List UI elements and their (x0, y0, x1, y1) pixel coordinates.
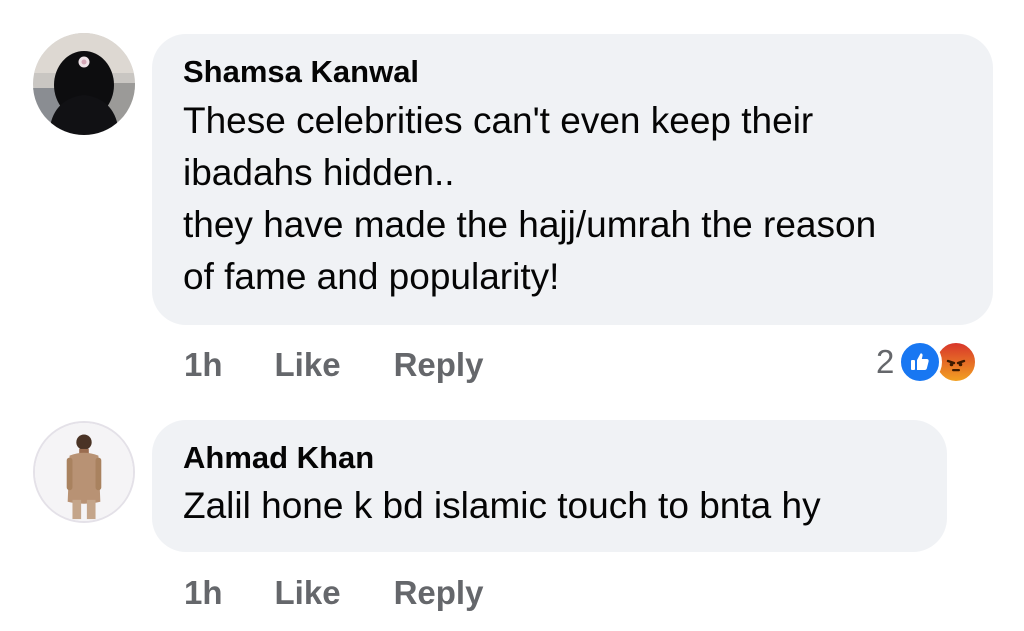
avatar-image (35, 423, 133, 521)
comment-actions: 1h Like Reply (184, 573, 536, 613)
comment-text-line: they have made the hajj/umrah the reason (183, 204, 877, 245)
comment-text-line: Zalil hone k bd islamic touch to bnta hy (183, 485, 821, 526)
comment-author[interactable]: Shamsa Kanwal (183, 54, 963, 90)
reply-button[interactable]: Reply (394, 574, 484, 612)
like-button[interactable]: Like (275, 574, 341, 612)
like-button[interactable]: Like (275, 346, 341, 384)
comment-bubble: Ahmad Khan Zalil hone k bd islamic touch… (152, 420, 947, 552)
comment-actions: 1h Like Reply (184, 345, 536, 385)
reaction-summary[interactable]: 2 (876, 340, 979, 384)
comment-text-line: These celebrities can't even keep their (183, 100, 814, 141)
comments-section: Shamsa Kanwal These celebrities can't ev… (0, 0, 1024, 631)
comment-text-line: of fame and popularity! (183, 256, 560, 297)
reaction-count: 2 (876, 343, 895, 380)
avatar[interactable] (33, 33, 135, 135)
comment-author[interactable]: Ahmad Khan (183, 440, 917, 476)
comment-text: Zalil hone k bd islamic touch to bnta hy (183, 480, 917, 532)
avatar-image (33, 33, 135, 135)
comment-bubble: Shamsa Kanwal These celebrities can't ev… (152, 34, 993, 325)
comment-text-line: ibadahs hidden.. (183, 152, 455, 193)
comment-timestamp[interactable]: 1h (184, 574, 223, 612)
comment-timestamp[interactable]: 1h (184, 346, 223, 384)
comment-text: These celebrities can't even keep their … (183, 95, 963, 303)
avatar[interactable] (33, 421, 135, 523)
like-reaction-icon (898, 340, 943, 384)
reply-button[interactable]: Reply (394, 346, 484, 384)
